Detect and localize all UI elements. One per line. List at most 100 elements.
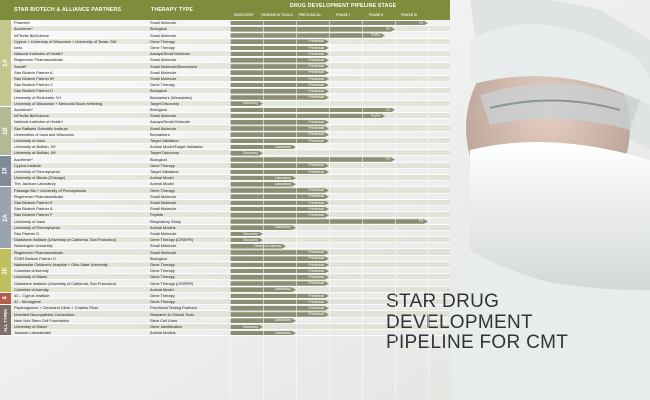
therapy-type: Small Molecule <box>150 113 177 119</box>
therapy-type: Target Validation <box>150 138 179 144</box>
stage-gridline <box>263 20 264 400</box>
therapy-type: Biological <box>150 88 167 94</box>
partner-name: New York Stem Cell Foundation <box>14 317 69 323</box>
stage-bar-label: Preclinical <box>308 256 324 261</box>
pipeline-stage-bar: Preclinical <box>230 64 329 69</box>
pipeline-stage-bar: Preclinical <box>230 256 329 261</box>
partner-name: University of Miami <box>14 274 47 280</box>
partner-name: Ionis <box>14 45 23 51</box>
pipeline-stage-bar: Preclinical <box>230 201 329 206</box>
therapy-type: Small Molecule <box>150 193 177 199</box>
therapy-type: Stem Cell Lines <box>150 317 178 323</box>
therapy-type: Animal Models <box>150 330 176 336</box>
pipeline-stage-bar: P2 <box>230 157 395 162</box>
stage-bar-label: Laboratory <box>274 175 291 180</box>
stage-bar-label: P2 <box>385 27 390 32</box>
cmt-type-label: 4 <box>2 296 9 301</box>
therapy-type: Biological <box>150 26 167 32</box>
stage-bar-label: Preclinical <box>308 39 324 44</box>
pipeline-stage-bar: Discovery <box>230 238 263 243</box>
partner-name: University of Rochester, NY <box>14 94 62 100</box>
stage-bar-label: Discovery <box>243 324 258 329</box>
therapy-type: Gene Therapy <box>150 187 175 193</box>
stage-bar-label: Laboratory <box>274 144 291 149</box>
pipeline-stage-bar: Preclinical <box>230 312 329 317</box>
partner-name: Cyprus Institute <box>14 162 42 168</box>
stage-bar-label: Preclinical <box>308 51 324 56</box>
partner-name: 4J - Neurogene <box>14 299 41 305</box>
stage-gridline <box>329 20 330 400</box>
partner-name: Star Biotech Partner A <box>14 69 53 75</box>
pipeline-stage-bar: Preclinical <box>230 263 329 268</box>
cmt-type-segment: 1B <box>0 106 11 157</box>
partner-name: National Institutes of Health* <box>14 51 64 57</box>
pipeline-stage-bar: Preclinical <box>230 213 329 218</box>
stage-bar-label: Preclinical <box>308 250 324 255</box>
therapy-type: Animal Model <box>150 181 174 187</box>
therapy-type: Research & Clinical Tools <box>150 311 195 317</box>
partner-name: Regeneron Pharmaceuticals <box>14 193 64 199</box>
partner-name: Star Partner G <box>14 231 40 237</box>
stage-bar-label: Preclinical <box>308 76 324 81</box>
cmt-type-label: 2A <box>2 214 9 222</box>
therapy-type: Gene Identification <box>150 324 183 330</box>
partner-name: Sanofi* <box>14 63 27 69</box>
stage-bar-label: Preclinical <box>308 293 324 298</box>
cmt-type-label: 1A <box>2 59 9 67</box>
pipeline-stage-bar: Preclinical <box>230 306 329 311</box>
stage-bar-label: P2 <box>385 157 390 162</box>
partner-name: InFlectis BioScience <box>14 32 50 38</box>
partner-name: InFlectis BioScience <box>14 113 50 119</box>
partner-name: National Institutes of Health* <box>14 119 64 125</box>
stage-label: Research Tools <box>261 12 293 17</box>
partner-name: Passage Bio + University of Pennsylvania <box>14 187 86 193</box>
stage-bar-label: Preclinical <box>308 299 324 304</box>
pipeline-stage-bar: Preclinical <box>230 194 329 199</box>
partner-name: Accelerón* <box>14 156 33 162</box>
pipeline-stage-bar: Research Interest <box>230 244 286 249</box>
partner-name: Columbia University <box>14 268 49 274</box>
stage-bar-label: Preclinical <box>308 188 324 193</box>
therapy-type: Animal Model <box>150 286 174 292</box>
stage-bar-label: Research Interest <box>254 244 282 249</box>
stage-bar-label: Preclinical <box>308 82 324 87</box>
partner-name: Star Biotech Partner E <box>14 200 53 206</box>
stage-bar-label: Laboratory <box>274 287 291 292</box>
therapy-type: Target Validation <box>150 169 179 175</box>
partner-name: University of Pennsylvania <box>14 224 60 230</box>
stage-bar-label: Preclinical <box>308 120 324 125</box>
stage-gridline <box>296 20 297 400</box>
therapy-type: Small Molecule <box>150 243 177 249</box>
therapy-type: Respiratory Study <box>150 218 181 224</box>
therapy-type: Small Molecule <box>150 206 177 212</box>
partner-name: Accelerón* <box>14 26 33 32</box>
pipeline-stage-bar: Preclinical <box>230 300 329 305</box>
cmt-type-label: 1B <box>2 127 9 135</box>
partner-name: Accelerón* <box>14 107 33 113</box>
table-header: STAR BIOTECH & ALLIANCE PARTNERS THERAPY… <box>0 0 450 20</box>
stage-bar-label: Laboratory <box>274 225 291 230</box>
therapy-type: Gene Therapy <box>150 82 175 88</box>
partner-name: Washington University <box>14 243 53 249</box>
therapy-type: Biomarkers <box>150 131 170 137</box>
cmt-type-segment: 1A <box>0 20 11 107</box>
stage-bar-label: P3 <box>418 20 423 25</box>
therapy-type: Gene Therapy <box>150 274 175 280</box>
pipeline-stage-bar: Preclinical <box>230 281 329 286</box>
pipeline-stage-bar: Preclinical <box>230 58 329 63</box>
page-title: STAR DRUG DEVELOPMENT PIPELINE FOR CMT <box>386 291 569 353</box>
pipeline-stage-bar: Preclinical <box>230 163 329 168</box>
therapy-type: Animal Model <box>150 175 174 181</box>
partner-name: Cyprus + University of Wisconsin + Unive… <box>14 38 117 44</box>
partners-column-header: STAR BIOTECH & ALLIANCE PARTNERS <box>14 7 122 13</box>
therapy-type: Assays/Small Molecule <box>150 51 191 57</box>
stage-bar-label: Discovery <box>243 237 258 242</box>
partner-name: Columbia University <box>14 286 49 292</box>
stage-bar-label: Preclinical <box>308 64 324 69</box>
therapy-type: Biological <box>150 255 167 261</box>
partner-name: Star Biotech Partner F <box>14 212 53 218</box>
therapy-type: Gene Therapy <box>150 45 175 51</box>
partner-name: 4C - Cyprus Institute <box>14 293 50 299</box>
pipeline-stage-bar: P2 <box>230 27 395 32</box>
stage-bar-label: Preclinical <box>308 132 324 137</box>
